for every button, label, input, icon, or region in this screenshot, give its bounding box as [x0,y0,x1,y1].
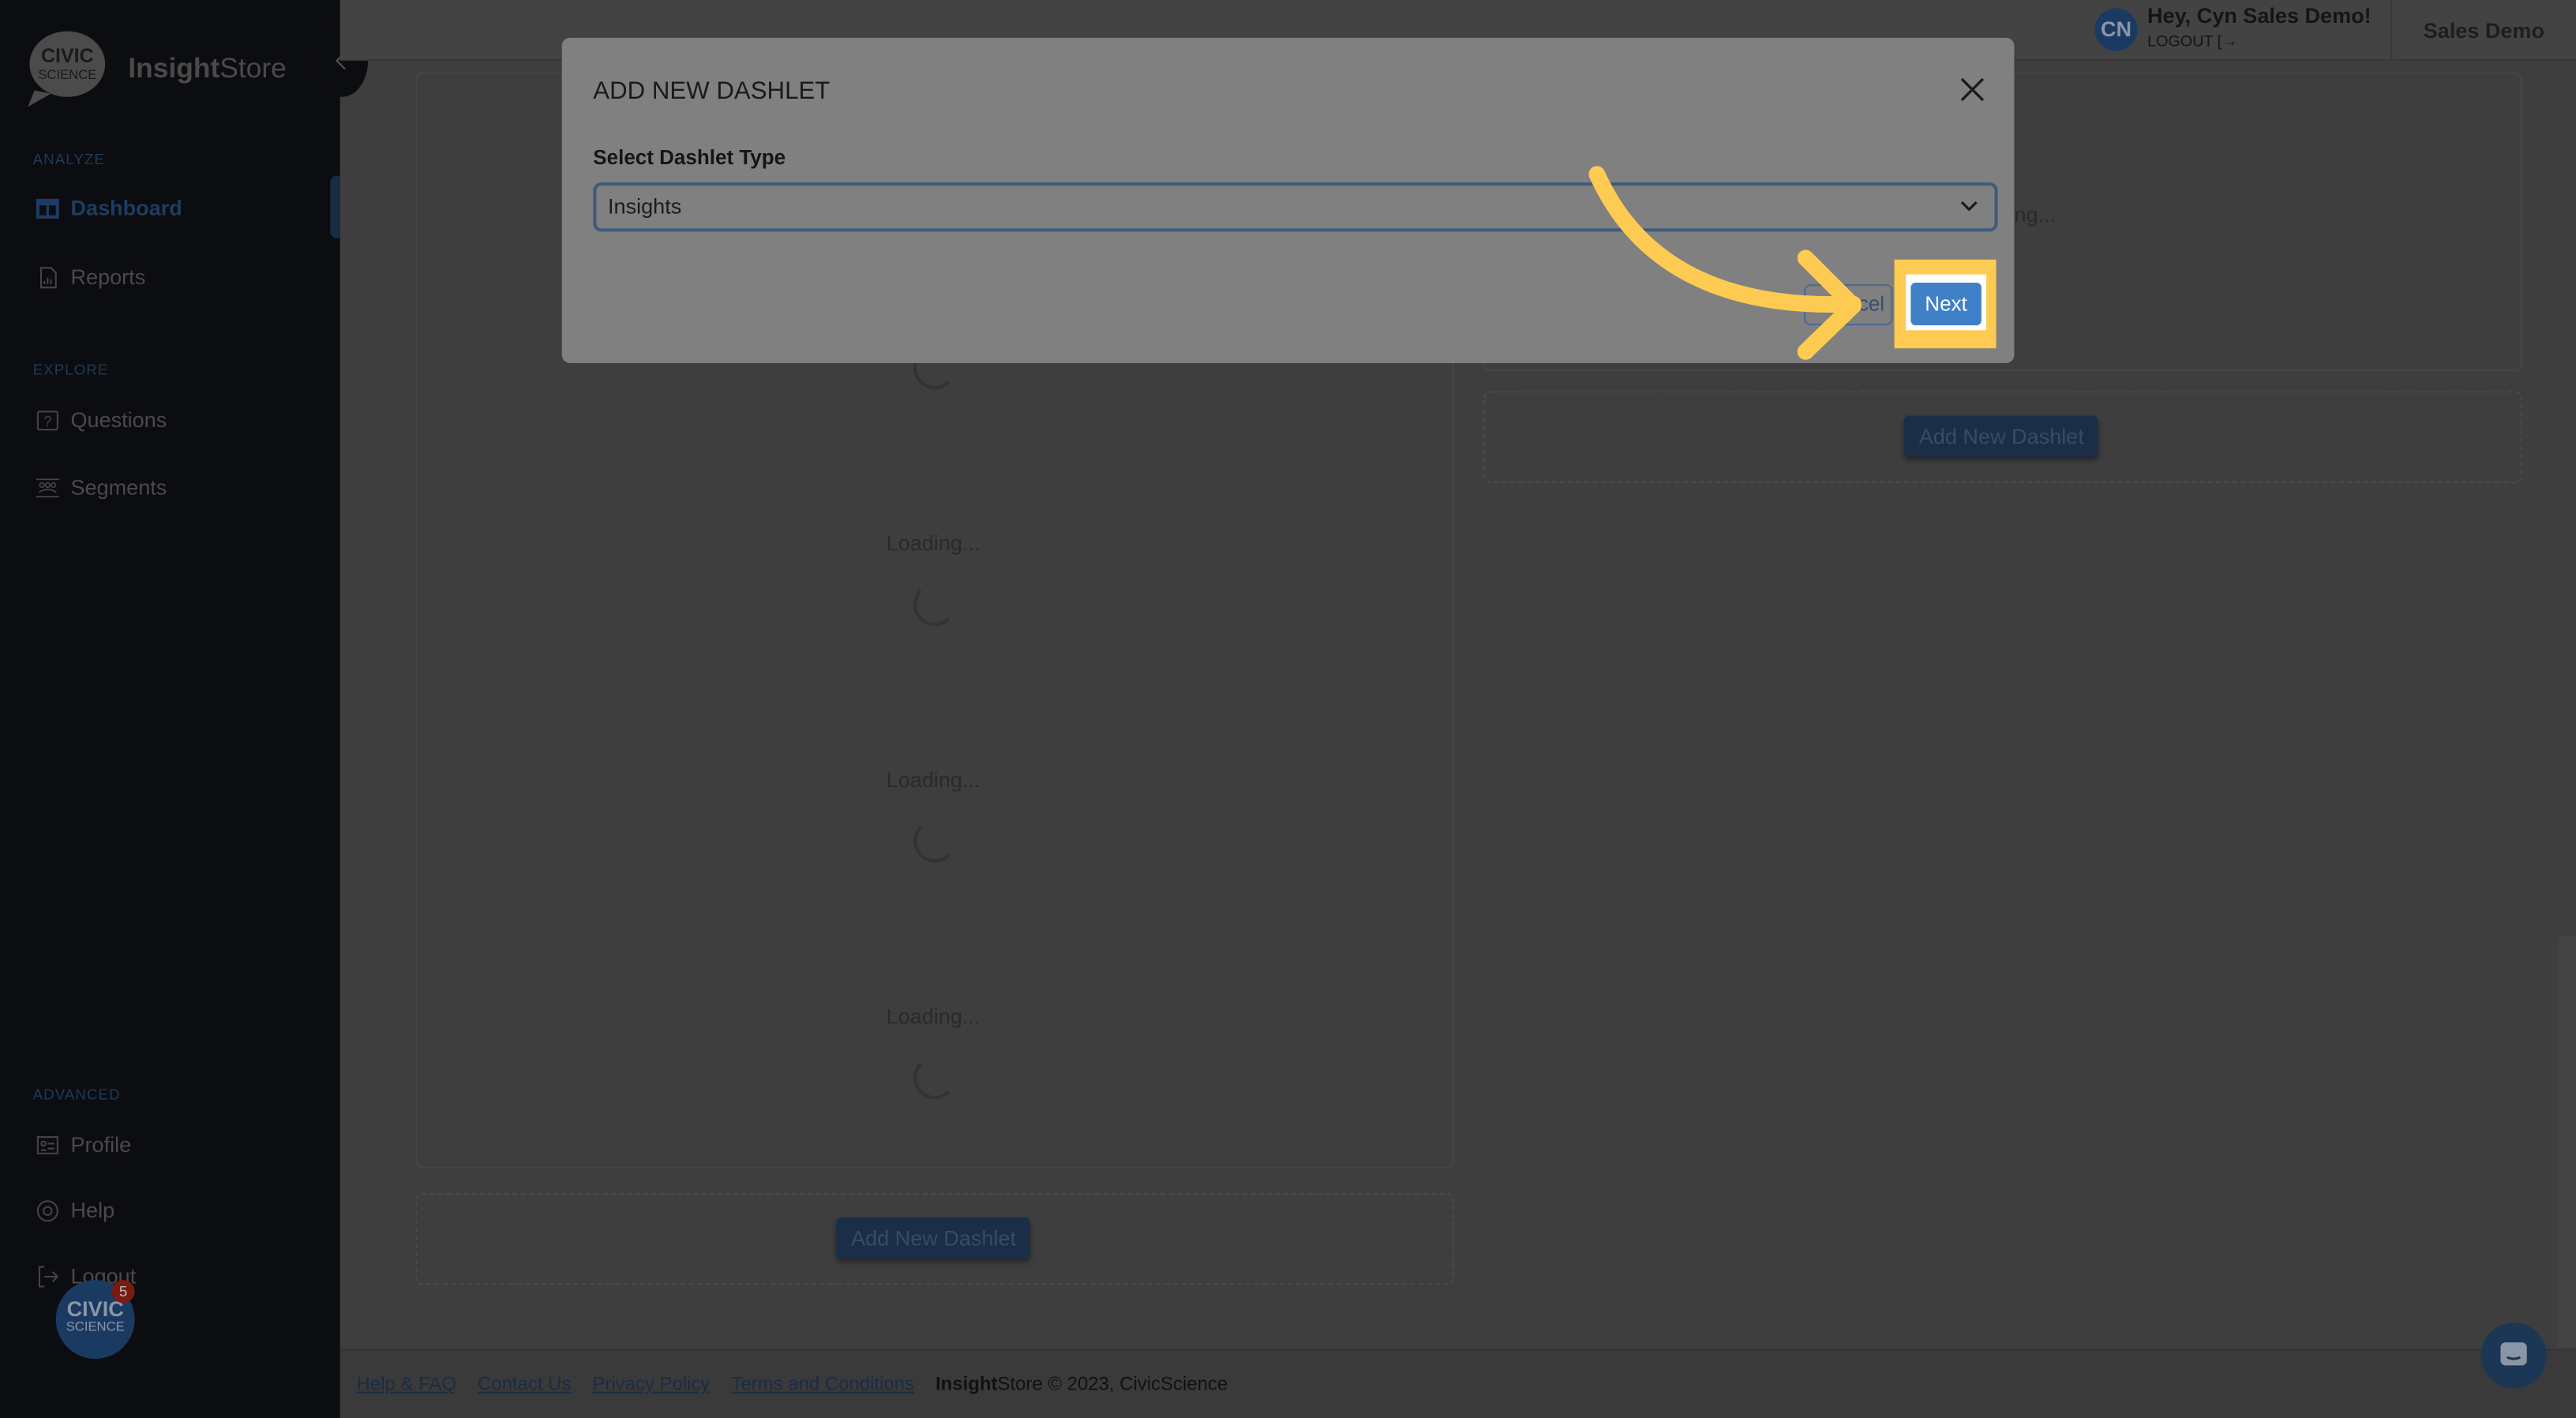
annotation-arrow-icon [1588,166,1862,360]
